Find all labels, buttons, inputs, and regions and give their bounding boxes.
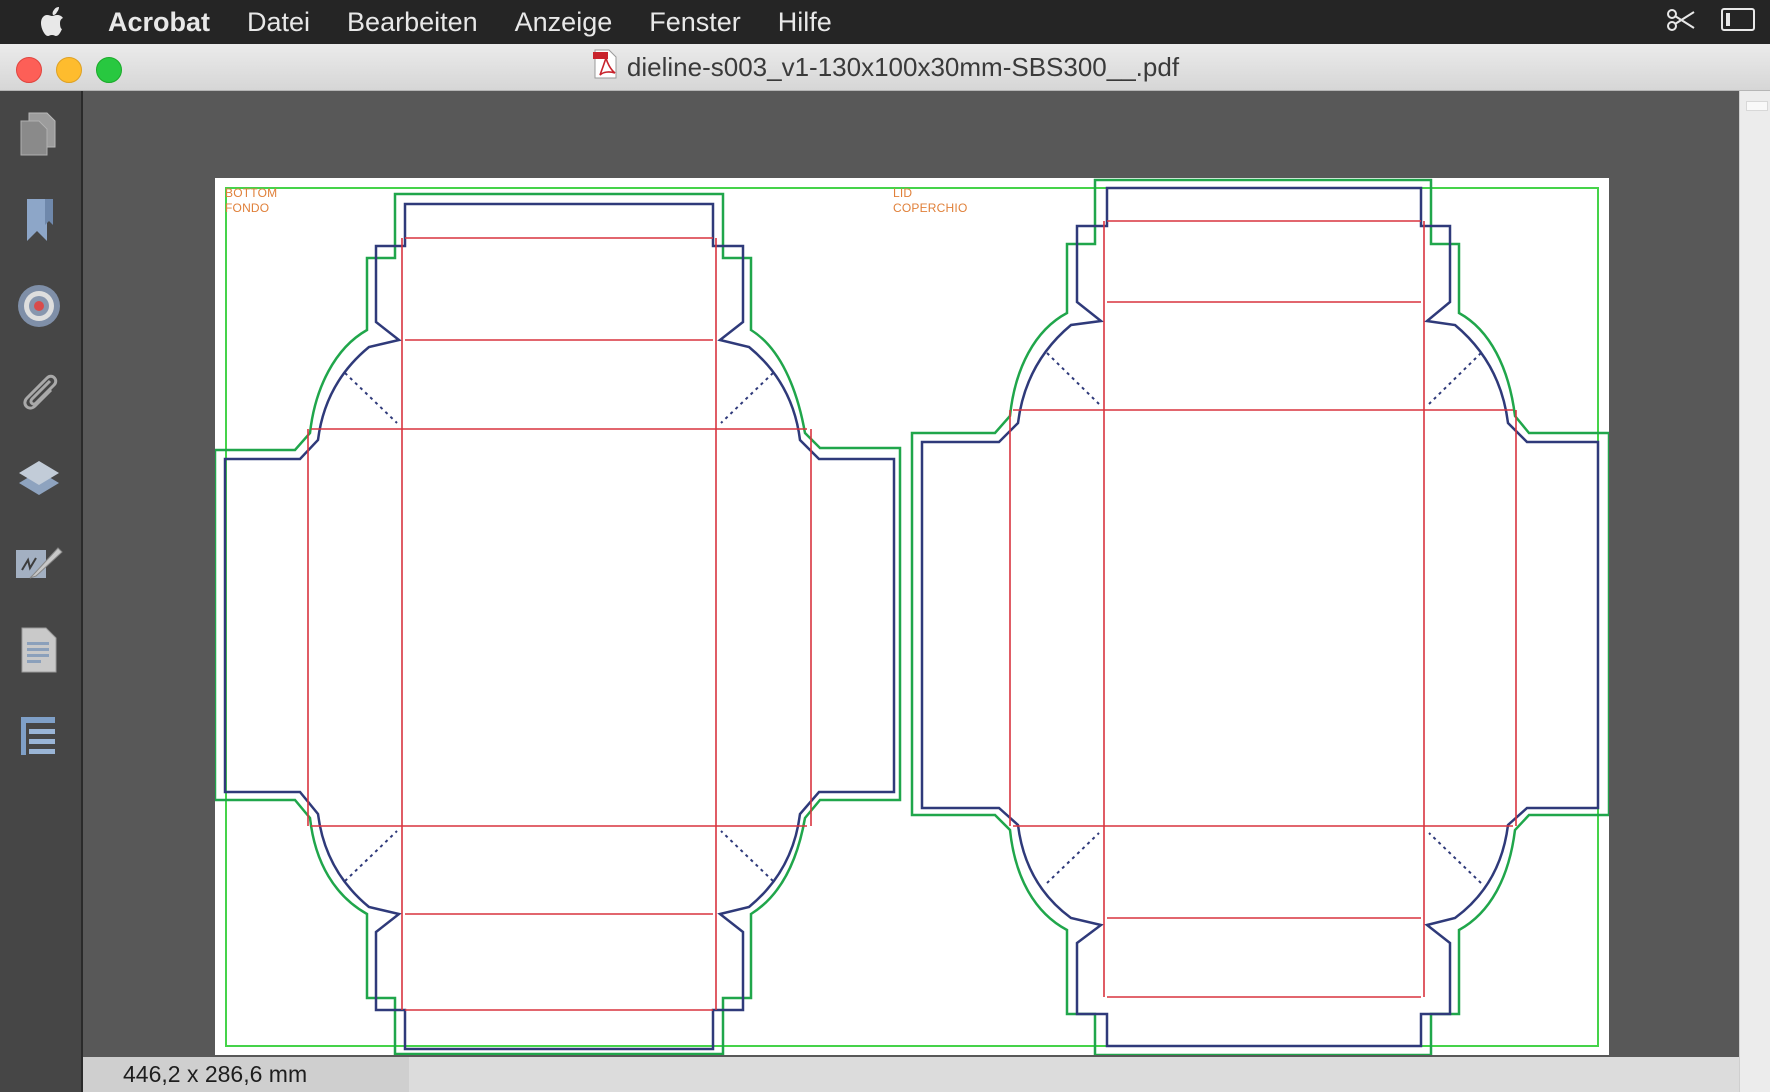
pages-icon[interactable] [12,107,66,161]
document-icon[interactable] [12,623,66,677]
window-title: dieline-s003_v1-130x100x30mm-SBS300__.pd… [626,51,1180,82]
menu-bar: Acrobat Datei Bearbeiten Anzeige Fenster… [0,0,1770,44]
menu-app-name[interactable]: Acrobat [108,7,210,38]
window-title-group: dieline-s003_v1-130x100x30mm-SBS300__.pd… [0,44,1770,90]
apple-logo-icon[interactable] [40,2,80,42]
label-fondo: FONDO [225,201,270,215]
acrobat-window: dieline-s003_v1-130x100x30mm-SBS300__.pd… [0,44,1770,1092]
label-lid: LID [893,186,913,200]
status-bar: 446,2 x 286,6 mm [83,1057,1739,1092]
pdf-page[interactable]: BOTTOM FONDO LID COPERCHIO [215,178,1609,1055]
menu-datei[interactable]: Datei [247,7,310,38]
label-coperchio: COPERCHIO [893,201,968,215]
screen-mirroring-icon[interactable] [1720,6,1756,41]
menu-hilfe[interactable]: Hilfe [778,7,832,38]
menu-fenster[interactable]: Fenster [649,7,741,38]
menu-bearbeiten[interactable]: Bearbeiten [347,7,478,38]
vertical-scrollbar[interactable] [1739,91,1770,1092]
tool-rail [0,91,83,1092]
scrollbar-thumb[interactable] [1746,101,1768,111]
bookmark-icon[interactable] [12,193,66,247]
dieline-drawing [215,178,1609,1055]
pdf-file-icon [591,49,619,86]
scissors-icon[interactable] [1666,8,1696,39]
layers-icon[interactable] [12,451,66,505]
signature-icon[interactable] [12,537,66,591]
bottom-dieline [215,192,902,1055]
page-size-readout: 446,2 x 286,6 mm [83,1057,409,1092]
menu-anzeige[interactable]: Anzeige [515,7,613,38]
menubar-extras [1666,6,1756,41]
target-icon[interactable] [12,279,66,333]
attachment-icon[interactable] [12,365,66,419]
lid-dieline [910,178,1609,1055]
document-viewport[interactable]: BOTTOM FONDO LID COPERCHIO [83,91,1739,1057]
window-titlebar[interactable]: dieline-s003_v1-130x100x30mm-SBS300__.pd… [0,44,1770,91]
structure-tree-icon[interactable] [12,709,66,763]
label-bottom: BOTTOM [225,186,278,200]
